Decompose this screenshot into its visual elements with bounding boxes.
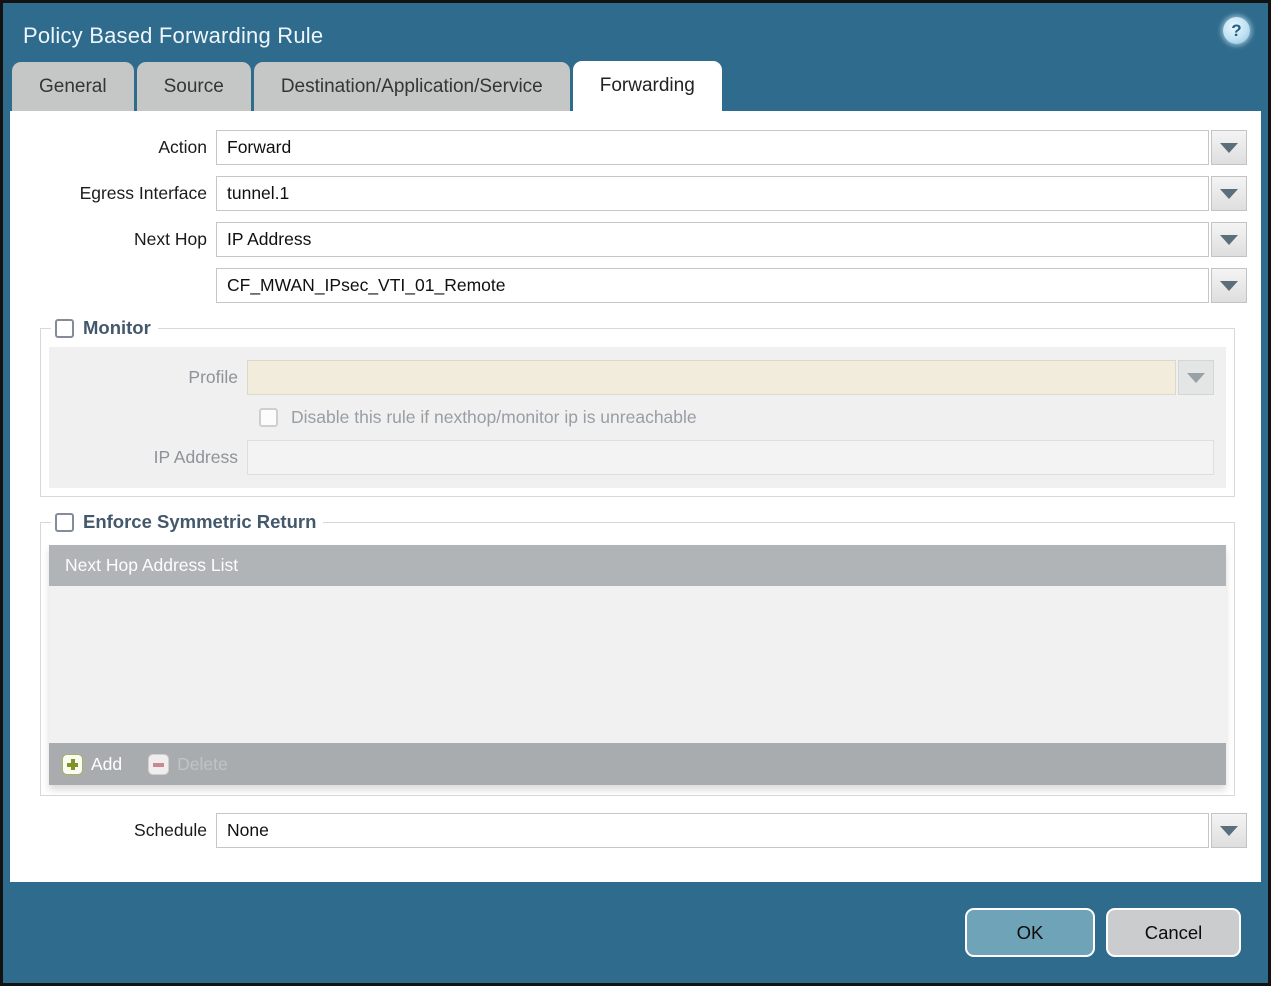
monitor-checkbox[interactable] (55, 318, 74, 338)
next-hop-address-list-body[interactable] (49, 586, 1226, 743)
dialog-title: Policy Based Forwarding Rule (23, 23, 324, 48)
chevron-down-icon (1220, 234, 1238, 245)
add-button[interactable]: Add (62, 753, 123, 775)
egress-interface-label: Egress Interface (79, 183, 207, 203)
tab-general[interactable]: General (12, 62, 134, 111)
minus-icon (148, 753, 170, 775)
cancel-button[interactable]: Cancel (1106, 908, 1241, 957)
monitor-panel: Profile Disable this rule if nexthop/mon… (49, 347, 1226, 488)
next-hop-row: Next Hop IP Address (20, 222, 1247, 257)
disable-rule-label: Disable this rule if nexthop/monitor ip … (291, 407, 697, 427)
schedule-label: Schedule (134, 820, 207, 840)
egress-interface-row: Egress Interface tunnel.1 (20, 176, 1247, 211)
delete-button-label: Delete (177, 753, 228, 774)
add-button-label: Add (91, 753, 123, 774)
next-hop-address-select[interactable]: CF_MWAN_IPsec_VTI_01_Remote (216, 268, 1209, 303)
enforce-symmetric-return-legend: Enforce Symmetric Return (51, 511, 323, 533)
chevron-down-icon (1220, 825, 1238, 836)
monitor-ip-address-input (247, 440, 1214, 475)
disable-rule-checkbox (259, 408, 278, 427)
help-icon[interactable]: ? (1223, 17, 1250, 44)
next-hop-address-list-header: Next Hop Address List (49, 545, 1226, 586)
chevron-down-icon (1220, 188, 1238, 199)
chevron-down-icon (1187, 372, 1205, 383)
profile-label: Profile (188, 367, 238, 387)
tab-forwarding[interactable]: Forwarding (572, 61, 722, 111)
ok-button[interactable]: OK (965, 908, 1095, 957)
tab-destination-application-service[interactable]: Destination/Application/Service (253, 62, 570, 111)
enforce-symmetric-return-fieldset: Enforce Symmetric Return Next Hop Addres… (40, 511, 1235, 796)
action-label: Action (158, 137, 207, 157)
schedule-dropdown-button[interactable] (1211, 813, 1247, 848)
schedule-row: Schedule None (20, 813, 1247, 848)
enforce-symmetric-return-legend-label: Enforce Symmetric Return (83, 511, 317, 532)
next-hop-label: Next Hop (134, 229, 207, 249)
profile-select (247, 360, 1176, 395)
schedule-select[interactable]: None (216, 813, 1209, 848)
action-select[interactable]: Forward (216, 130, 1209, 165)
enforce-symmetric-return-checkbox[interactable] (55, 512, 74, 532)
next-hop-dropdown-button[interactable] (1211, 222, 1247, 257)
chevron-down-icon (1220, 142, 1238, 153)
chevron-down-icon (1220, 280, 1238, 291)
plus-icon (62, 753, 83, 775)
titlebar: Policy Based Forwarding Rule ? (3, 3, 1268, 61)
action-dropdown-button[interactable] (1211, 130, 1247, 165)
next-hop-type-select[interactable]: IP Address (216, 222, 1209, 257)
monitor-ip-address-row: IP Address (61, 440, 1214, 475)
action-row: Action Forward (20, 130, 1247, 165)
disable-rule-row: Disable this rule if nexthop/monitor ip … (259, 407, 1214, 428)
forwarding-tab-content: Action Forward Egress Interface tunnel.1… (10, 111, 1261, 882)
egress-interface-select[interactable]: tunnel.1 (216, 176, 1209, 211)
monitor-legend: Monitor (51, 317, 158, 339)
profile-row: Profile (61, 360, 1214, 395)
next-hop-address-list-table: Next Hop Address List Add Delete (49, 545, 1226, 785)
dialog-footer: OK Cancel (3, 882, 1268, 983)
profile-dropdown-button (1178, 360, 1214, 395)
delete-button: Delete (148, 753, 228, 775)
next-hop-address-list-footer: Add Delete (49, 743, 1226, 785)
tab-source[interactable]: Source (136, 62, 251, 111)
egress-interface-dropdown-button[interactable] (1211, 176, 1247, 211)
tab-bar: General Source Destination/Application/S… (3, 61, 1268, 111)
monitor-ip-address-label: IP Address (153, 447, 238, 467)
monitor-fieldset: Monitor Profile Disable this rule if nex… (40, 317, 1235, 497)
monitor-legend-label: Monitor (83, 317, 151, 338)
next-hop-address-dropdown-button[interactable] (1211, 268, 1247, 303)
policy-based-forwarding-rule-dialog: Policy Based Forwarding Rule ? General S… (0, 0, 1271, 986)
next-hop-address-row: CF_MWAN_IPsec_VTI_01_Remote (20, 268, 1247, 303)
